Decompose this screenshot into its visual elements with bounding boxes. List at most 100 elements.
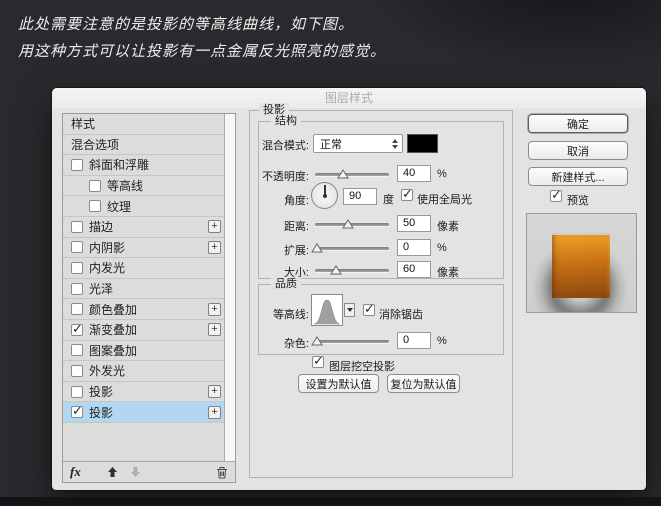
style-list-item[interactable]: 外发光 — [63, 361, 224, 382]
contour-picker-arrow[interactable] — [344, 303, 355, 317]
updown-arrows-icon — [392, 139, 398, 149]
reset-default-button[interactable]: 复位为默认值 — [387, 374, 460, 393]
duplicate-style-button[interactable]: + — [208, 323, 221, 336]
distance-slider-thumb[interactable] — [342, 219, 354, 229]
style-item-checkbox[interactable] — [89, 200, 101, 212]
distance-unit: 像素 — [437, 218, 459, 234]
opacity-slider[interactable] — [315, 173, 389, 176]
style-list-item[interactable]: 内发光 — [63, 258, 224, 279]
structure-legend: 结构 — [271, 114, 301, 129]
layer-knockout-checkbox[interactable] — [312, 356, 324, 368]
size-slider[interactable] — [315, 269, 389, 272]
angle-value[interactable]: 90 — [343, 188, 377, 205]
style-item-label: 斜面和浮雕 — [89, 156, 149, 173]
style-list-item[interactable]: 颜色叠加 + — [63, 299, 224, 320]
opacity-slider-thumb[interactable] — [337, 169, 349, 179]
duplicate-style-button[interactable]: + — [208, 303, 221, 316]
duplicate-style-button[interactable]: + — [208, 241, 221, 254]
layer-style-dialog: 图层样式 样式混合选项斜面和浮雕等高线纹理描边+内阴影+内发光光泽颜色叠加+渐变… — [52, 88, 646, 490]
styles-toolbar: fx — [63, 461, 235, 482]
size-unit: 像素 — [437, 264, 459, 280]
style-list-item[interactable]: 内阴影+ — [63, 238, 224, 259]
fx-menu-icon[interactable]: fx — [70, 465, 81, 479]
style-item-label: 描边 — [89, 218, 113, 235]
style-list-item[interactable]: 纹理 — [63, 196, 224, 217]
style-list-item[interactable]: 斜面和浮雕 — [63, 155, 224, 176]
style-item-checkbox[interactable] — [71, 283, 83, 295]
blend-mode-value: 正常 — [320, 136, 342, 152]
style-item-checkbox[interactable] — [71, 365, 83, 377]
anti-alias-checkbox[interactable] — [363, 304, 375, 316]
new-style-button[interactable]: 新建样式... — [528, 167, 628, 186]
style-item-checkbox[interactable] — [71, 324, 83, 336]
style-list-item[interactable]: 等高线 — [63, 176, 224, 197]
style-item-label: 图案叠加 — [89, 342, 137, 359]
shadow-color-swatch[interactable] — [407, 134, 438, 153]
style-item-checkbox[interactable] — [89, 180, 101, 192]
duplicate-style-button[interactable]: + — [208, 406, 221, 419]
preview-checkbox[interactable] — [550, 190, 562, 202]
size-value[interactable]: 60 — [397, 261, 431, 278]
spread-slider-thumb[interactable] — [311, 243, 323, 253]
move-up-icon[interactable] — [107, 466, 118, 478]
noise-slider-thumb[interactable] — [311, 336, 323, 346]
screen: 此处需要注意的是投影的等高线曲线，如下图。 用这种方式可以让投影有一点金属反光照… — [0, 0, 661, 506]
distance-value[interactable]: 50 — [397, 215, 431, 232]
style-item-label: 投影 — [89, 383, 113, 400]
style-item-checkbox[interactable] — [71, 241, 83, 253]
noise-slider[interactable] — [315, 340, 389, 343]
style-list-item[interactable]: 投影+ — [63, 402, 224, 423]
tutorial-note: 此处需要注意的是投影的等高线曲线，如下图。 用这种方式可以让投影有一点金属反光照… — [18, 11, 386, 65]
style-list-item[interactable]: 样式 — [63, 114, 224, 135]
styles-panel: 样式混合选项斜面和浮雕等高线纹理描边+内阴影+内发光光泽颜色叠加+渐变叠加+图案… — [62, 113, 236, 483]
style-item-label: 渐变叠加 — [89, 321, 137, 338]
style-item-checkbox[interactable] — [71, 262, 83, 274]
styles-scrollbar[interactable] — [224, 114, 235, 461]
distance-slider[interactable] — [315, 223, 389, 226]
style-item-checkbox[interactable] — [71, 159, 83, 171]
style-list-item[interactable]: 渐变叠加 + — [63, 320, 224, 341]
style-item-checkbox[interactable] — [71, 303, 83, 315]
drop-shadow-panel: 投影 结构 混合模式: 正常 不透明度: 40 % 角度: 90 — [249, 110, 513, 478]
quality-section: 品质 等高线: 消除锯齿 杂色: 0 % — [258, 284, 504, 355]
style-item-checkbox[interactable] — [71, 406, 83, 418]
noise-value[interactable]: 0 — [397, 332, 431, 349]
style-list-item[interactable]: 描边 + — [63, 217, 224, 238]
contour-thumbnail[interactable] — [311, 294, 343, 326]
style-list-item[interactable]: 图案叠加 — [63, 341, 224, 362]
style-list-item[interactable]: 光泽 — [63, 279, 224, 300]
opacity-unit: % — [437, 168, 447, 180]
style-preview — [526, 213, 637, 313]
bottom-dark-bar — [0, 497, 661, 506]
style-item-checkbox[interactable] — [71, 344, 83, 356]
spread-value[interactable]: 0 — [397, 239, 431, 256]
cancel-button[interactable]: 取消 — [528, 141, 628, 160]
noise-label: 杂色: — [259, 335, 309, 351]
blend-mode-select[interactable]: 正常 — [313, 134, 403, 153]
angle-unit: 度 — [383, 191, 394, 207]
duplicate-style-button[interactable]: + — [208, 385, 221, 398]
structure-section: 结构 混合模式: 正常 不透明度: 40 % 角度: 90 度 使用全局光 — [258, 121, 504, 279]
duplicate-style-button[interactable]: + — [208, 220, 221, 233]
ok-button[interactable]: 确定 — [528, 114, 628, 133]
make-default-button[interactable]: 设置为默认值 — [298, 374, 379, 393]
note-line-1: 此处需要注意的是投影的等高线曲线，如下图。 — [18, 11, 386, 38]
use-global-light-checkbox[interactable] — [401, 189, 413, 201]
style-item-checkbox[interactable] — [71, 386, 83, 398]
angle-dial[interactable] — [311, 182, 338, 209]
contour-label: 等高线: — [259, 306, 309, 322]
preview-square — [552, 233, 610, 298]
style-item-label: 颜色叠加 — [89, 301, 137, 318]
trash-icon[interactable] — [216, 466, 228, 479]
style-item-checkbox[interactable] — [71, 221, 83, 233]
style-list-item[interactable]: 混合选项 — [63, 135, 224, 156]
opacity-value[interactable]: 40 — [397, 165, 431, 182]
style-list-item[interactable]: 投影 + — [63, 382, 224, 403]
contour-curve-icon — [312, 295, 342, 325]
use-global-light-label: 使用全局光 — [417, 191, 472, 207]
style-item-label: 等高线 — [107, 177, 143, 194]
style-item-label: 纹理 — [107, 198, 131, 215]
spread-slider[interactable] — [315, 247, 389, 250]
size-slider-thumb[interactable] — [330, 265, 342, 275]
style-item-label: 内发光 — [89, 259, 125, 276]
